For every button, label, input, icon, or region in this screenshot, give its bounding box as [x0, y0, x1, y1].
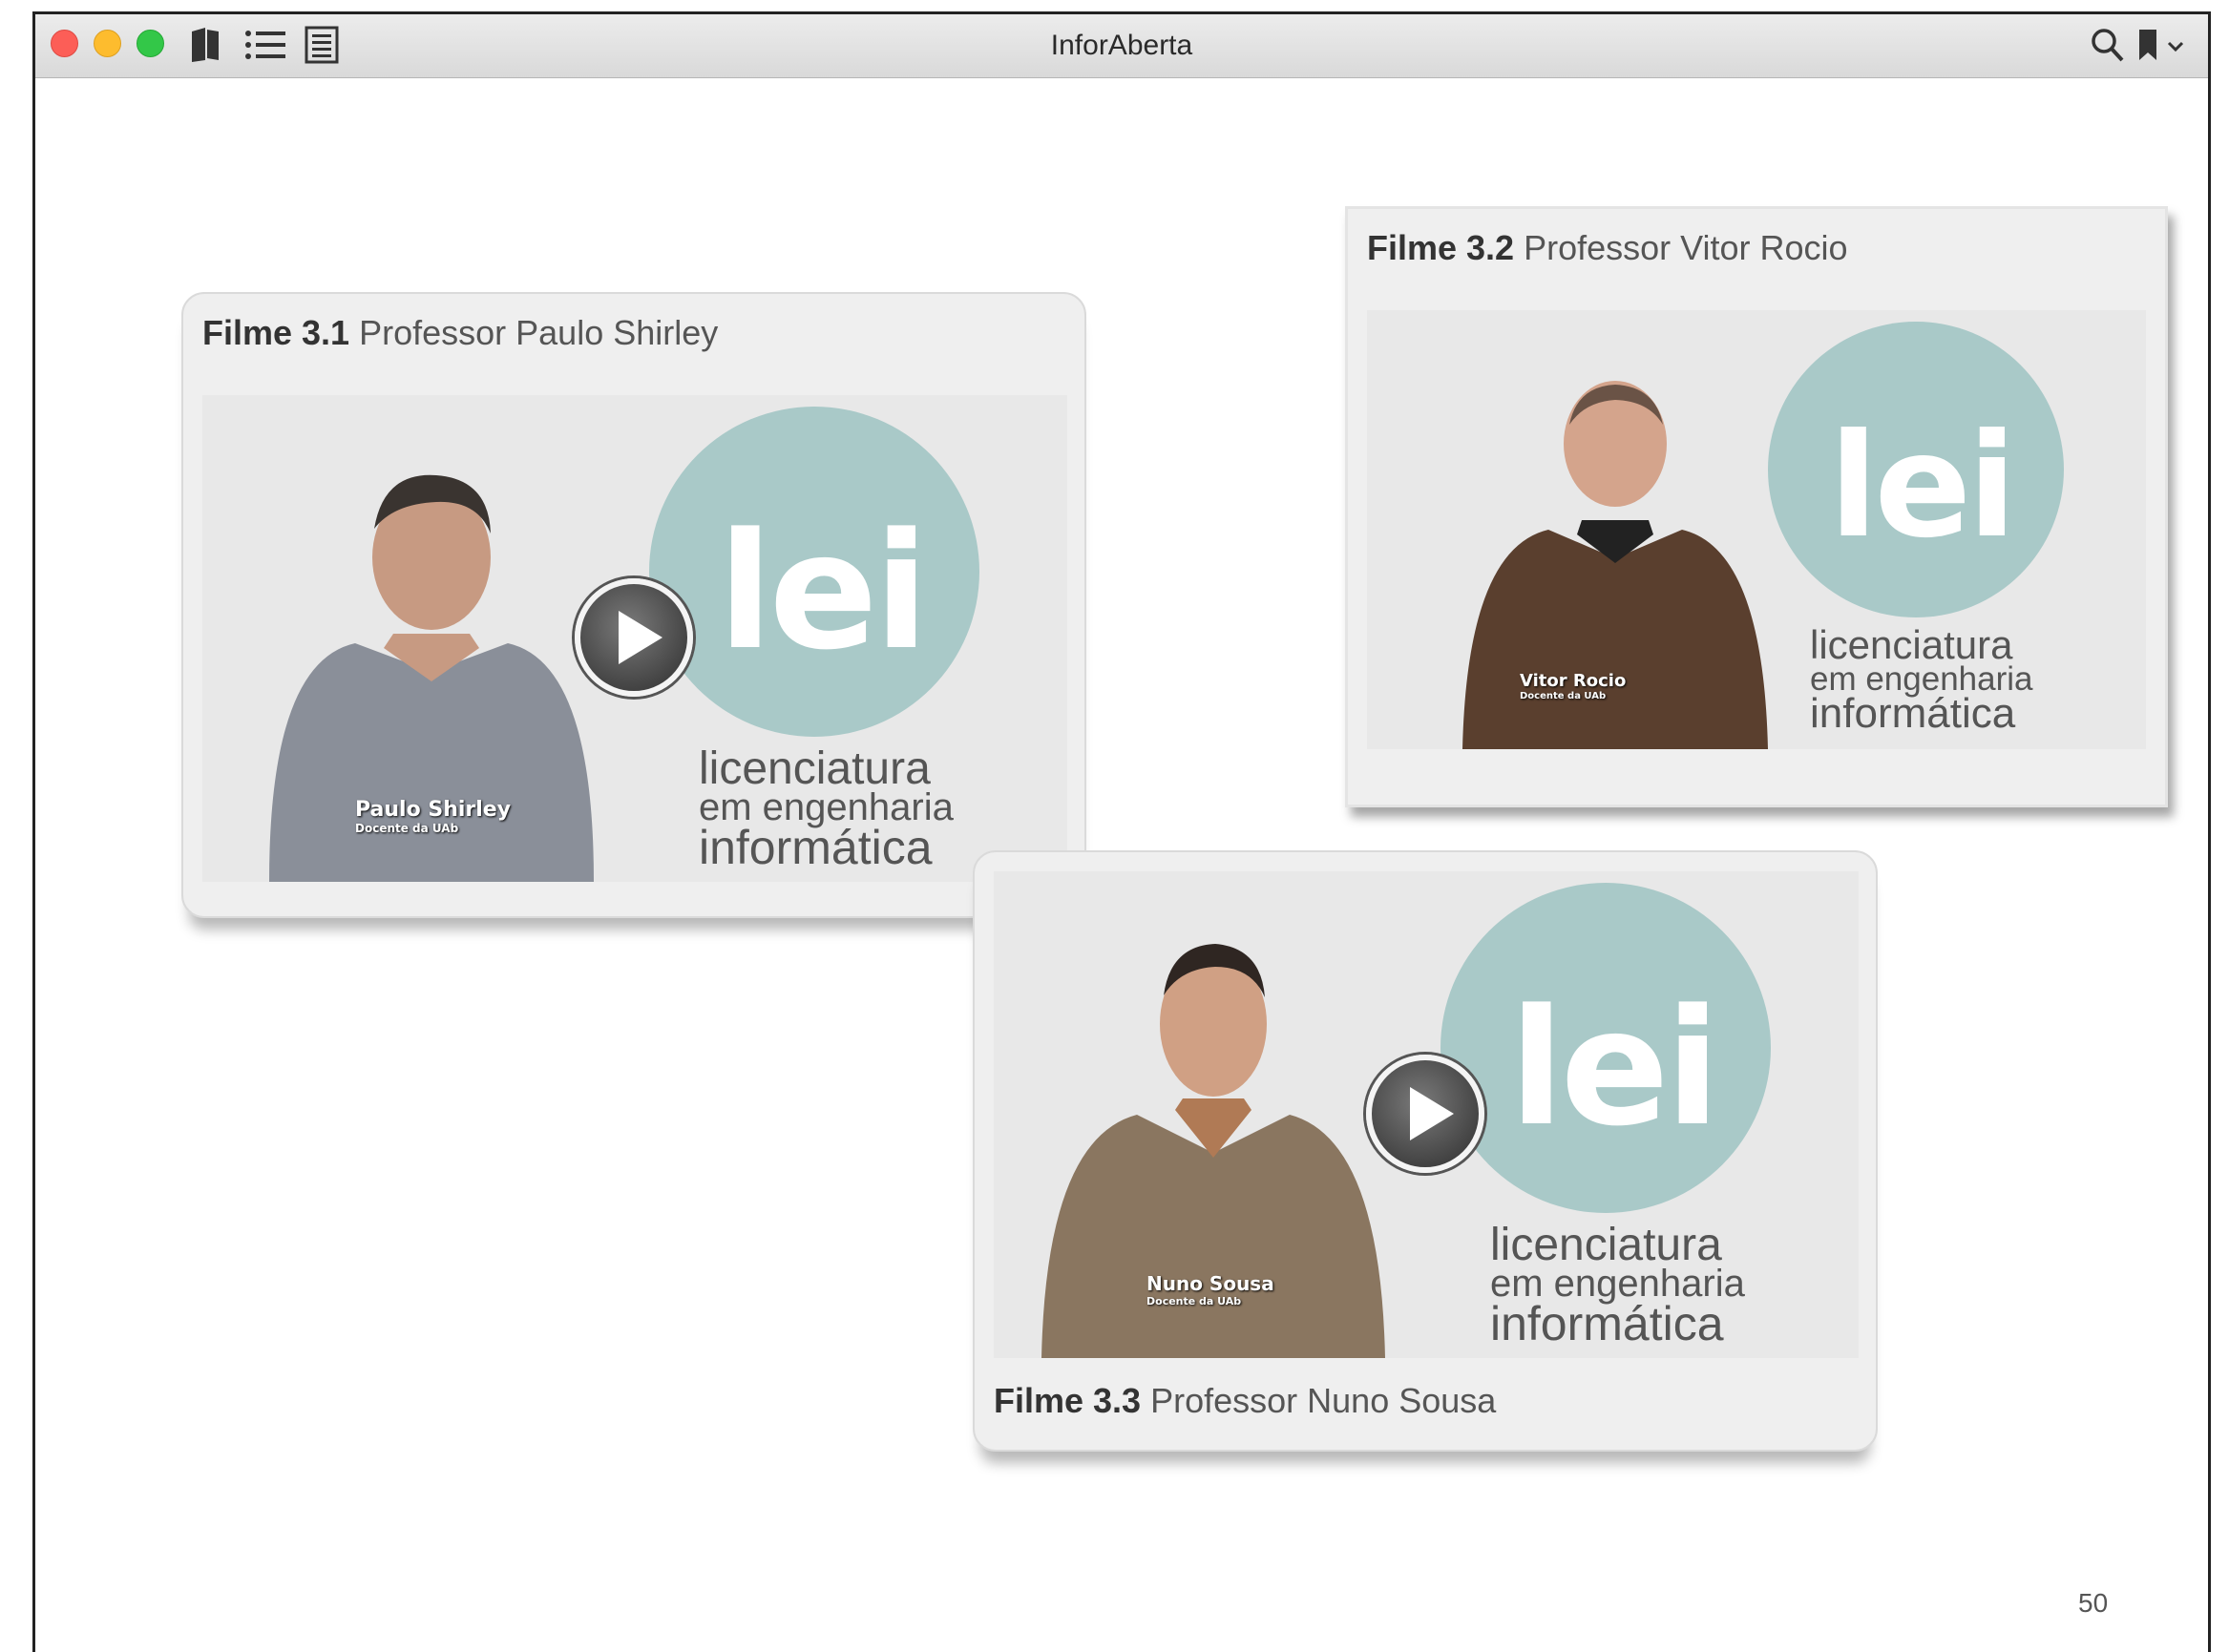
logo-line-3: informática — [699, 820, 933, 874]
film-number: Filme 3.2 — [1367, 228, 1515, 267]
play-icon — [1410, 1087, 1454, 1140]
presenter-lower-third: Paulo Shirley Docente da UAb — [355, 798, 511, 835]
film-caption: Filme 3.1 Professor Paulo Shirley — [202, 313, 718, 353]
film-title: Professor Nuno Sousa — [1150, 1381, 1497, 1420]
presenter-name: Nuno Sousa — [1146, 1272, 1274, 1295]
film-number: Filme 3.3 — [994, 1381, 1142, 1420]
window-title: InforAberta — [1050, 30, 1193, 61]
app-window: InforAberta Filme 3.1 Professor Paulo Sh… — [32, 11, 2211, 1652]
presenter-lower-third: Nuno Sousa Docente da UAb — [1146, 1272, 1274, 1307]
film-number: Filme 3.1 — [202, 313, 350, 352]
play-button[interactable] — [1366, 1055, 1484, 1173]
film-title: Professor Paulo Shirley — [359, 313, 719, 352]
film-card-3-1: Filme 3.1 Professor Paulo Shirley Paulo … — [181, 292, 1086, 918]
presenter-name: Paulo Shirley — [355, 798, 512, 822]
film-card-3-3: Nuno Sousa Docente da UAb lei licenciatu… — [973, 850, 1878, 1452]
video-player[interactable]: Paulo Shirley Docente da UAb lei licenci… — [202, 395, 1067, 882]
search-icon[interactable] — [2090, 26, 2126, 64]
film-caption: Filme 3.2 Professor Vitor Rocio — [1367, 228, 1848, 268]
play-icon — [619, 611, 662, 664]
title-bar: InforAberta — [35, 14, 2208, 78]
lei-logo-word: lei — [1509, 974, 1720, 1161]
page-number: 50 — [2078, 1588, 2109, 1618]
lei-logo-text: licenciatura em engenharia informática — [1490, 1220, 1745, 1350]
lei-logo-text: licenciatura em engenharia informática — [699, 743, 954, 874]
lei-logo-text: licenciatura em engenharia informática — [1810, 622, 2033, 737]
presenter-lower-third: Vitor Rocio Docente da UAb — [1520, 671, 1626, 701]
lei-logo-word: lei — [1829, 404, 2017, 570]
presenter-name: Vitor Rocio — [1520, 671, 1627, 691]
video-player[interactable]: Nuno Sousa Docente da UAb lei licenciatu… — [994, 871, 1859, 1358]
film-title: Professor Vitor Rocio — [1524, 228, 1848, 267]
logo-line-3: informática — [1810, 689, 2016, 737]
presenter-role: Docente da UAb — [1146, 1295, 1242, 1307]
presenter-role: Docente da UAb — [355, 822, 459, 835]
play-button[interactable] — [575, 578, 693, 697]
logo-line-1: licenciatura — [1490, 1220, 1722, 1270]
chevron-down-icon[interactable] — [2166, 26, 2185, 64]
logo-line-3: informática — [1490, 1296, 1724, 1350]
video-player[interactable]: Vitor Rocio Docente da UAb lei licenciat… — [1367, 310, 2146, 749]
film-card-3-2: Filme 3.2 Professor Vitor Rocio Vitor Ro… — [1345, 206, 2168, 807]
book-page: Filme 3.1 Professor Paulo Shirley Paulo … — [35, 78, 2208, 1652]
logo-line-1: licenciatura — [1810, 622, 2013, 667]
logo-line-1: licenciatura — [699, 743, 931, 794]
bookmark-icon[interactable] — [2135, 26, 2160, 64]
presenter-role: Docente da UAb — [1520, 691, 1607, 701]
film-caption: Filme 3.3 Professor Nuno Sousa — [994, 1381, 1496, 1421]
lei-logo-word: lei — [718, 498, 929, 685]
